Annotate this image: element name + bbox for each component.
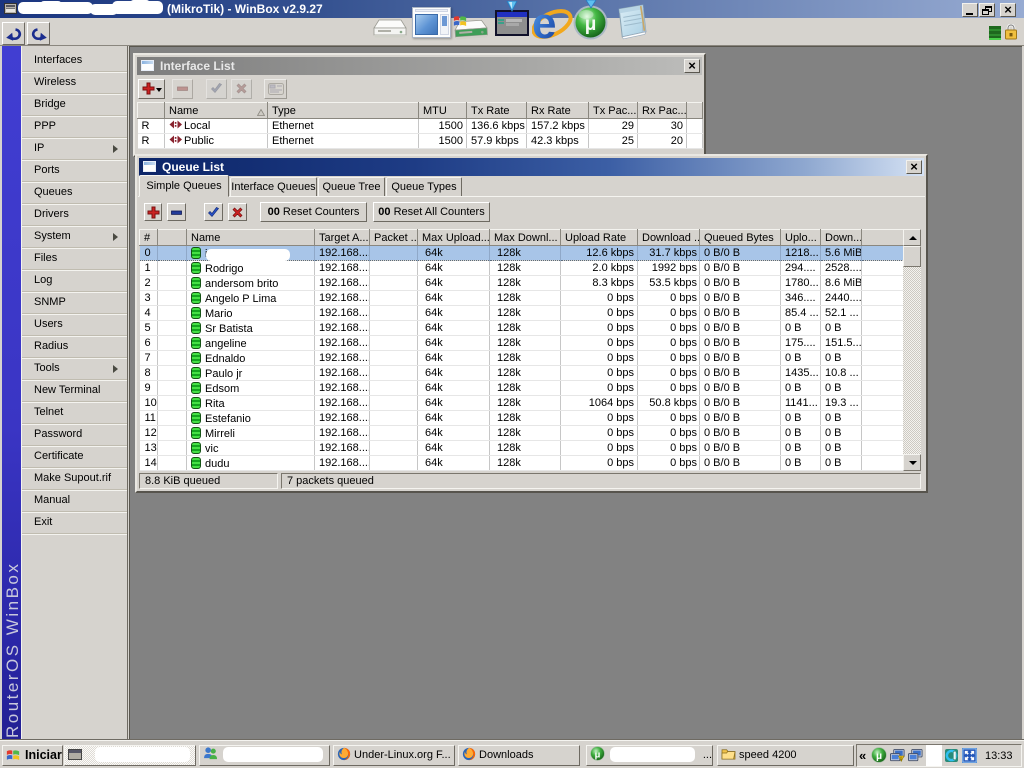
svg-text:μ: μ (595, 749, 601, 759)
svg-text:e: e (532, 3, 556, 41)
svg-text:μ: μ (585, 14, 597, 35)
svg-text:μ: μ (876, 751, 882, 762)
